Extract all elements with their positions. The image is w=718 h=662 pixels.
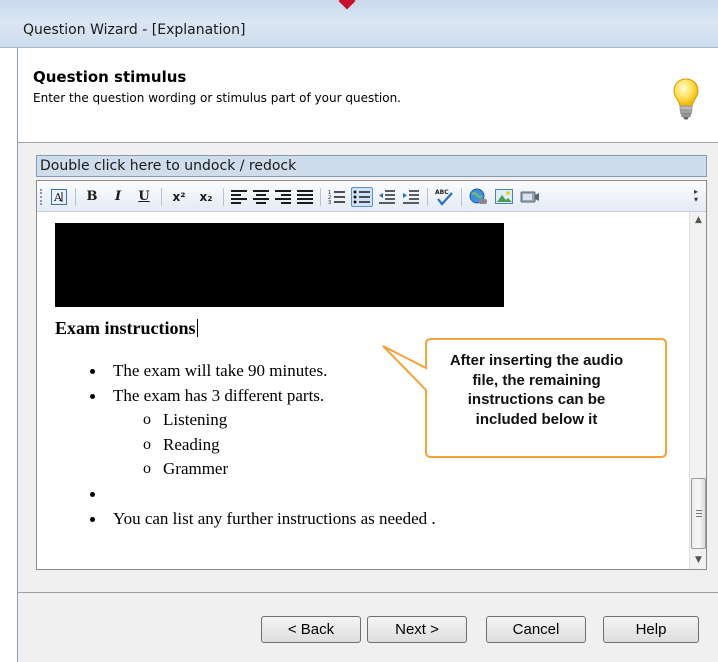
align-center-button[interactable] — [253, 187, 269, 207]
numbered-list-icon: 123 — [328, 190, 345, 206]
vertical-scrollbar[interactable]: ▲ ▼ — [689, 212, 706, 569]
exam-heading: Exam instructions — [55, 318, 198, 338]
toolbar-separator — [427, 188, 428, 206]
header-subtitle: Enter the question wording or stimulus p… — [33, 91, 401, 105]
undock-redock-bar[interactable]: Double click here to undock / redock — [36, 155, 707, 177]
spell-check-icon: ABC — [435, 189, 453, 206]
sub-list-item: o Grammer — [143, 459, 229, 478]
bulleted-list-button[interactable] — [351, 187, 373, 207]
next-button[interactable]: Next > — [367, 616, 467, 643]
formatting-toolbar: A B I U x² x₂ 123 ABC ▸ ▾ — [37, 181, 706, 212]
list-item: You can list any further instructions as… — [87, 507, 436, 532]
redacted-block — [55, 223, 504, 307]
superscript-button[interactable]: x² — [167, 187, 191, 207]
globe-link-icon — [469, 188, 487, 204]
window-title: Question Wizard - [Explanation] — [23, 22, 246, 38]
svg-text:3: 3 — [328, 200, 331, 206]
toolbar-separator — [161, 188, 162, 206]
header-title: Question stimulus — [33, 68, 187, 86]
back-button[interactable]: < Back — [261, 616, 361, 643]
underline-button[interactable]: U — [133, 187, 155, 207]
insert-image-button[interactable] — [493, 187, 515, 207]
text-cursor — [196, 319, 198, 337]
scrollbar-thumb[interactable] — [691, 478, 706, 549]
toolbar-separator — [320, 188, 321, 206]
numbered-list-button[interactable]: 123 — [327, 187, 347, 207]
insert-link-button[interactable] — [467, 187, 489, 207]
title-bar: Question Wizard - [Explanation] — [0, 0, 718, 48]
list-item: ​ — [87, 482, 436, 507]
toolbar-separator — [461, 188, 462, 206]
footer-divider — [18, 592, 718, 593]
media-icon — [520, 191, 539, 203]
insert-media-button[interactable] — [519, 187, 541, 207]
justify-button[interactable] — [297, 187, 313, 207]
align-left-button[interactable] — [231, 187, 247, 207]
lightbulb-icon — [673, 78, 699, 120]
image-icon — [495, 189, 513, 204]
help-button[interactable]: Help — [603, 616, 699, 643]
svg-text:ABC: ABC — [435, 189, 449, 196]
bulleted-list-icon — [353, 190, 370, 204]
text-frame-icon: A — [51, 189, 67, 205]
increase-indent-button[interactable] — [401, 187, 421, 207]
callout-text: After inserting the audio file, the rema… — [449, 352, 624, 428]
bold-button[interactable]: B — [81, 187, 103, 207]
cancel-button[interactable]: Cancel — [486, 616, 586, 643]
text-frame-button[interactable]: A — [49, 187, 69, 207]
toolbar-separator — [75, 188, 76, 206]
toolbar-grip[interactable] — [40, 189, 43, 205]
increase-indent-icon — [403, 190, 419, 204]
decrease-indent-button[interactable] — [377, 187, 397, 207]
spell-check-button[interactable]: ABC — [433, 187, 455, 207]
red-pointer-marker — [338, 0, 356, 10]
decrease-indent-icon — [379, 190, 395, 204]
subscript-button[interactable]: x₂ — [194, 187, 218, 207]
italic-button[interactable]: I — [107, 187, 129, 207]
wizard-header: Question stimulus Enter the question wor… — [18, 48, 718, 143]
align-right-button[interactable] — [275, 187, 291, 207]
scroll-up-arrow-icon[interactable]: ▲ — [690, 212, 707, 229]
scroll-down-arrow-icon[interactable]: ▼ — [690, 552, 707, 569]
toolbar-overflow-chevron-icon[interactable]: ▸ ▾ — [694, 188, 702, 206]
toolbar-separator — [223, 188, 224, 206]
